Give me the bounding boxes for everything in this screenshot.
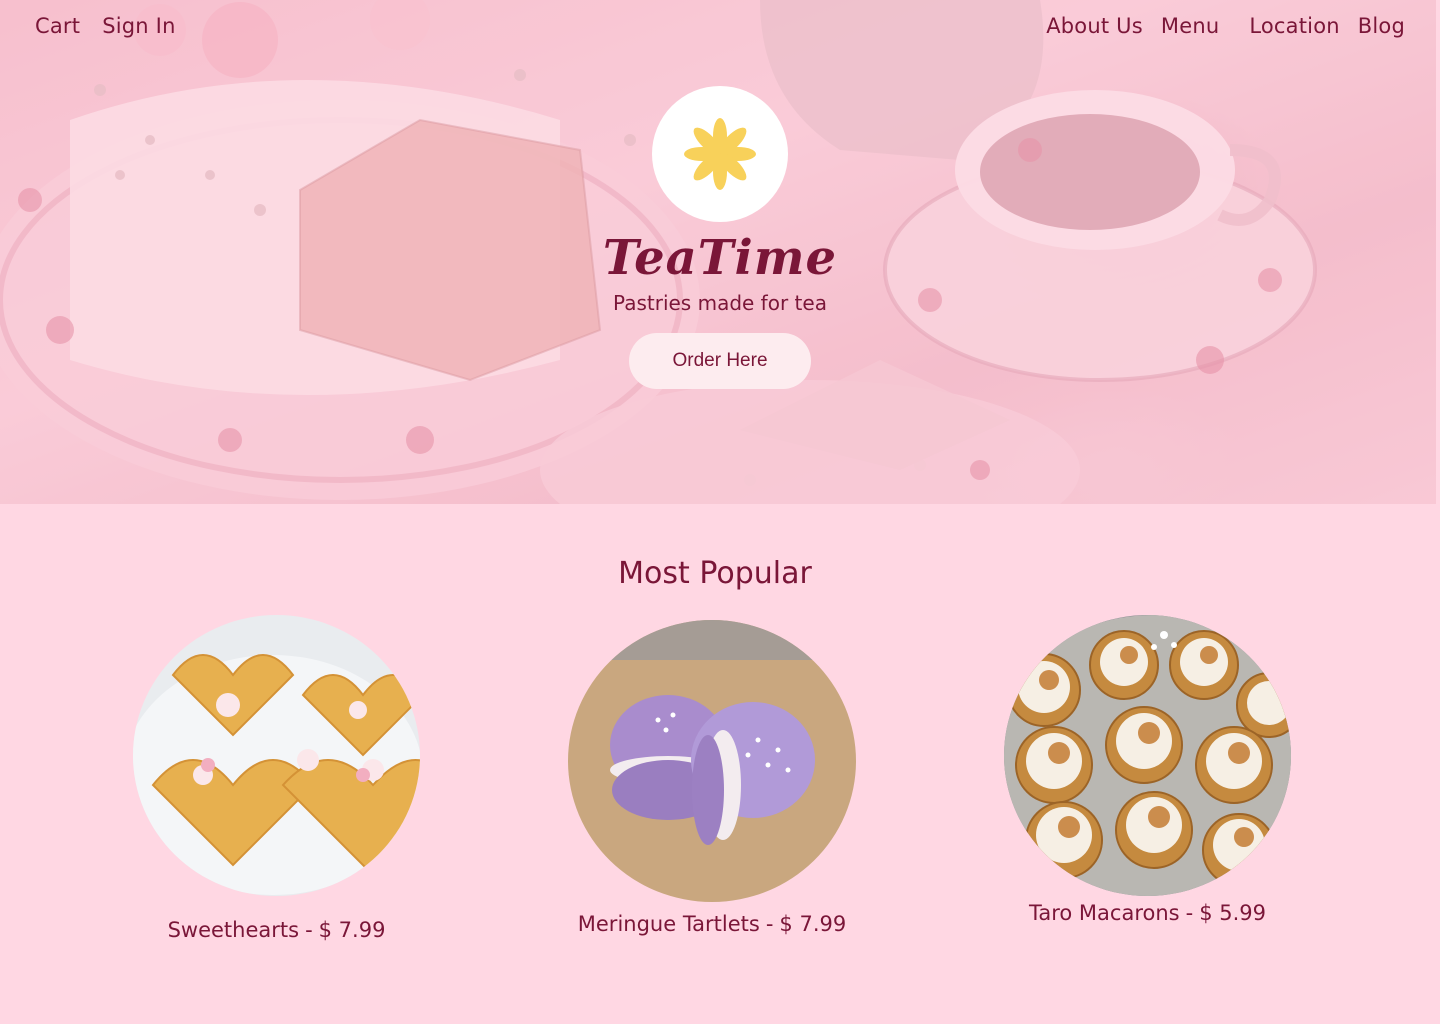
purple-macarons-photo[interactable] (568, 620, 856, 902)
brand-title: TeaTime (602, 230, 838, 286)
product-caption: Meringue Tartlets - $ 7.99 (577, 912, 847, 936)
nav-location-link[interactable]: Location (1249, 14, 1339, 38)
meringue-tartlets-photo[interactable] (1004, 615, 1291, 896)
hero-section: Cart Sign In About Us Menu Location Blog… (0, 0, 1436, 504)
nav-about-us-link[interactable]: About Us (1046, 14, 1143, 38)
product-price: $ 7.99 (318, 918, 386, 942)
product-card-sweethearts[interactable]: Sweethearts - $ 7.99 (133, 615, 420, 942)
brand-logo[interactable] (652, 86, 788, 222)
product-caption: Taro Macarons - $ 5.99 (1029, 901, 1266, 925)
product-name: Meringue Tartlets (577, 912, 760, 936)
product-price: $ 7.99 (779, 912, 847, 936)
product-price: $ 5.99 (1199, 901, 1266, 925)
most-popular-heading: Most Popular (618, 556, 812, 591)
nav-blog-link[interactable]: Blog (1358, 14, 1405, 38)
product-name: Taro Macarons (1029, 901, 1180, 925)
nav-sign-in-link[interactable]: Sign In (102, 14, 175, 38)
order-here-button[interactable]: Order Here (629, 333, 811, 389)
brand-tagline: Pastries made for tea (613, 291, 827, 315)
flower-icon (684, 118, 756, 190)
top-nav-left: Cart Sign In (35, 14, 176, 38)
product-name: Sweethearts (167, 918, 300, 942)
nav-menu-link[interactable]: Menu (1161, 14, 1219, 38)
heart-sponge-cakes-photo[interactable] (133, 615, 420, 896)
product-card-taro-macarons[interactable]: Taro Macarons - $ 5.99 (1004, 615, 1291, 925)
product-caption: Sweethearts - $ 7.99 (167, 918, 386, 942)
product-card-meringue-tartlets[interactable]: Meringue Tartlets - $ 7.99 (568, 620, 856, 936)
nav-cart-link[interactable]: Cart (35, 14, 80, 38)
top-nav-right: About Us Menu Location Blog (1046, 14, 1405, 38)
